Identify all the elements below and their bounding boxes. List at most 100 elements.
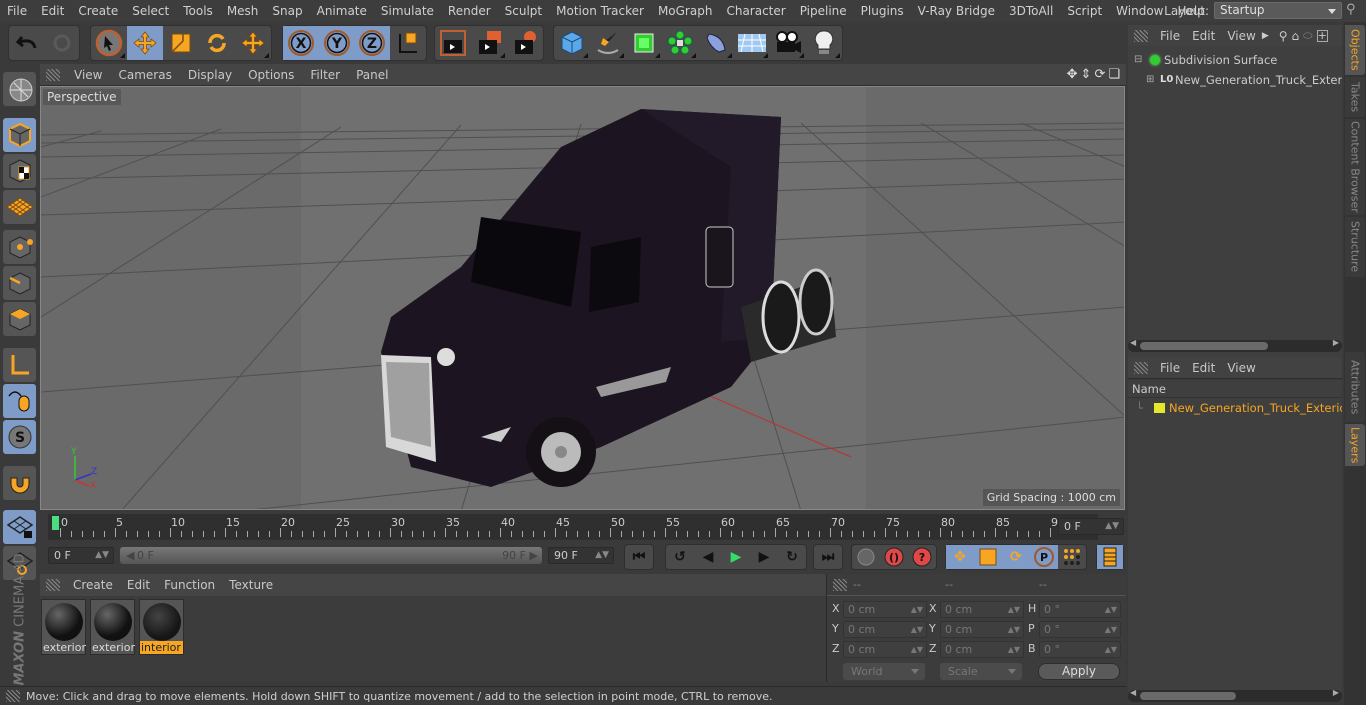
material-item-selected[interactable]: interior bbox=[139, 599, 184, 655]
autokey-icon[interactable]: ? bbox=[908, 545, 936, 569]
deformer-icon[interactable] bbox=[698, 26, 734, 60]
pos-x-field[interactable]: 0 cm ▲▼ bbox=[843, 601, 927, 618]
apply-button[interactable]: Apply bbox=[1038, 663, 1120, 680]
playhead[interactable] bbox=[52, 516, 59, 530]
panel-grip[interactable] bbox=[1134, 361, 1148, 374]
timeline-window-icon[interactable] bbox=[1097, 545, 1123, 569]
panel-grip[interactable] bbox=[46, 68, 60, 81]
tree-row[interactable]: ⊞ L0 New_Generation_Truck_Exterior_ bbox=[1128, 70, 1342, 90]
keyframe-selection-icon[interactable] bbox=[852, 545, 880, 569]
menu-animate[interactable]: Animate bbox=[310, 0, 374, 22]
coordinate-system-icon[interactable] bbox=[390, 26, 426, 60]
viewport-menu-view[interactable]: View bbox=[66, 68, 110, 82]
current-frame-field[interactable]: 0 F ▲▼ bbox=[1058, 518, 1124, 535]
previous-key-button[interactable]: ↺ bbox=[666, 545, 694, 569]
go-to-end-button[interactable]: ⏭ bbox=[814, 545, 842, 569]
search-icon[interactable]: ⚲ bbox=[1279, 29, 1288, 43]
menu-select[interactable]: Select bbox=[125, 0, 176, 22]
menu-simulate[interactable]: Simulate bbox=[374, 0, 441, 22]
filter-icon[interactable]: ⬭ bbox=[1303, 29, 1312, 43]
viewport-menu-cameras[interactable]: Cameras bbox=[110, 68, 179, 82]
rot-p-field[interactable]: 0 ° ▲▼ bbox=[1039, 621, 1121, 638]
menu-mesh[interactable]: Mesh bbox=[220, 0, 266, 22]
rotate-icon[interactable] bbox=[199, 26, 235, 60]
tab-attributes[interactable]: Attributes bbox=[1345, 352, 1365, 422]
render-picture-viewer-icon[interactable] bbox=[471, 26, 507, 60]
camera-label[interactable]: Perspective bbox=[43, 89, 121, 105]
rotate-view-icon[interactable]: ⟳ bbox=[1094, 67, 1105, 82]
last-tool-icon[interactable] bbox=[235, 26, 271, 60]
locked-workplane-icon[interactable] bbox=[3, 510, 36, 544]
menu-create[interactable]: Create bbox=[71, 0, 125, 22]
menu-render[interactable]: Render bbox=[441, 0, 498, 22]
polygons-mode-icon[interactable] bbox=[3, 302, 36, 336]
x-axis-icon[interactable]: X bbox=[283, 26, 319, 60]
render-view-icon[interactable] bbox=[435, 26, 471, 60]
model-mode-icon[interactable] bbox=[3, 118, 36, 152]
pan-view-icon[interactable]: ✥ bbox=[1067, 67, 1078, 82]
zoom-view-icon[interactable]: ⇕ bbox=[1081, 67, 1092, 82]
texture-mode-icon[interactable] bbox=[3, 154, 36, 188]
menu-sculpt[interactable]: Sculpt bbox=[498, 0, 549, 22]
key-rotation-icon[interactable]: ⟳ bbox=[1002, 545, 1030, 569]
redo-icon[interactable] bbox=[44, 26, 79, 60]
edges-mode-icon[interactable] bbox=[3, 266, 36, 300]
tab-objects[interactable]: Objects bbox=[1345, 25, 1365, 75]
key-position-icon[interactable]: ✥ bbox=[946, 545, 974, 569]
snap-icon[interactable]: S bbox=[3, 420, 36, 454]
objects-menu-file[interactable]: File bbox=[1154, 29, 1186, 43]
pos-y-field[interactable]: 0 cm ▲▼ bbox=[843, 621, 927, 638]
search-icon[interactable]: ⚲ bbox=[1346, 2, 1362, 19]
workplane-icon[interactable] bbox=[3, 190, 36, 224]
menu-plugins[interactable]: Plugins bbox=[854, 0, 911, 22]
points-mode-icon[interactable] bbox=[3, 230, 36, 264]
name-column-header[interactable]: Name bbox=[1128, 380, 1342, 398]
tweak-mode-icon[interactable] bbox=[3, 384, 36, 418]
material-menu-texture[interactable]: Texture bbox=[222, 578, 280, 592]
viewport-menu-filter[interactable]: Filter bbox=[302, 68, 348, 82]
end-frame-field[interactable]: 90 F ▲▼ bbox=[548, 547, 614, 564]
magnet-icon[interactable] bbox=[3, 466, 36, 500]
start-frame-field[interactable]: 0 F ▲▼ bbox=[48, 547, 114, 564]
objects-menu-edit[interactable]: Edit bbox=[1186, 29, 1221, 43]
home-icon[interactable]: ⌂ bbox=[1292, 29, 1300, 43]
tab-takes[interactable]: Takes bbox=[1345, 77, 1365, 117]
key-parameter-icon[interactable]: P bbox=[1030, 545, 1058, 569]
layers-horizontal-scrollbar[interactable]: ◀ ▶ bbox=[1128, 688, 1342, 702]
key-scale-icon[interactable] bbox=[974, 545, 1002, 569]
layers-menu-file[interactable]: File bbox=[1154, 361, 1186, 375]
menu-vray-bridge[interactable]: V-Ray Bridge bbox=[911, 0, 1002, 22]
layer-row[interactable]: └ New_Generation_Truck_Exterior_C bbox=[1128, 398, 1342, 418]
size-x-field[interactable]: 0 cm ▲▼ bbox=[940, 601, 1024, 618]
floor-icon[interactable] bbox=[734, 26, 770, 60]
camera-icon[interactable] bbox=[770, 26, 806, 60]
pen-icon[interactable] bbox=[590, 26, 626, 60]
viewport-menu-display[interactable]: Display bbox=[180, 68, 240, 82]
menu-snap[interactable]: Snap bbox=[265, 0, 309, 22]
menu-tools[interactable]: Tools bbox=[176, 0, 220, 22]
sculpt-mode-icon[interactable] bbox=[3, 72, 36, 106]
panel-grip[interactable] bbox=[833, 578, 847, 591]
more-menu-arrow-icon[interactable]: ▶ bbox=[1262, 31, 1269, 41]
menu-file[interactable]: File bbox=[0, 0, 34, 22]
move-icon[interactable] bbox=[127, 26, 163, 60]
size-y-field[interactable]: 0 cm ▲▼ bbox=[940, 621, 1024, 638]
menu-mograph[interactable]: MoGraph bbox=[651, 0, 720, 22]
panel-grip[interactable] bbox=[46, 579, 60, 591]
tab-layers[interactable]: Layers bbox=[1345, 424, 1365, 466]
panel-grip[interactable] bbox=[1134, 29, 1148, 42]
menu-pipeline[interactable]: Pipeline bbox=[793, 0, 854, 22]
render-settings-icon[interactable] bbox=[507, 26, 543, 60]
menu-edit[interactable]: Edit bbox=[34, 0, 71, 22]
size-z-field[interactable]: 0 cm ▲▼ bbox=[940, 641, 1024, 658]
scale-icon[interactable] bbox=[163, 26, 199, 60]
frame-range-slider[interactable]: ◀ 0 F 90 F ▶ bbox=[120, 547, 542, 564]
pos-z-field[interactable]: 0 cm ▲▼ bbox=[843, 641, 927, 658]
rot-h-field[interactable]: 0 ° ▲▼ bbox=[1039, 601, 1121, 618]
play-button[interactable]: ▶ bbox=[722, 545, 750, 569]
menu-window[interactable]: Window bbox=[1109, 0, 1170, 22]
expand-icon[interactable]: ⊞ bbox=[1146, 70, 1154, 90]
layout-dropdown[interactable]: Startup bbox=[1214, 2, 1342, 19]
cube-icon[interactable] bbox=[554, 26, 590, 60]
menu-script[interactable]: Script bbox=[1060, 0, 1109, 22]
